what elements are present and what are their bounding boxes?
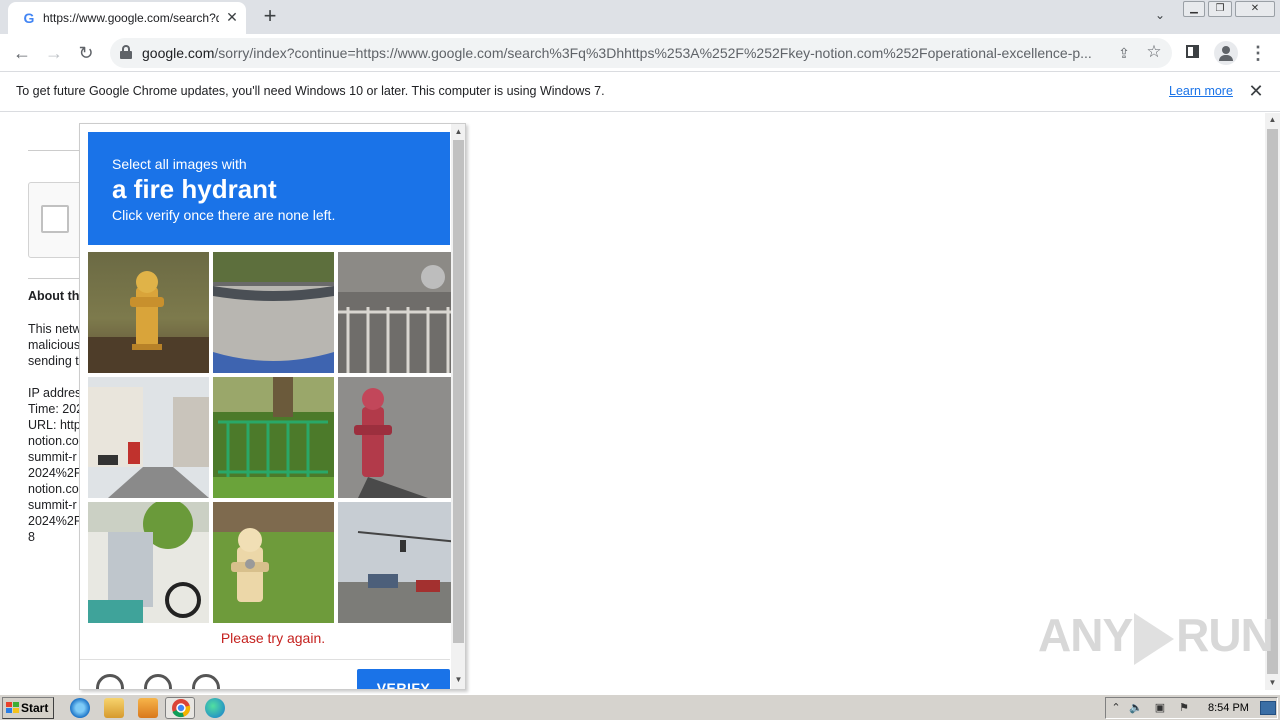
scroll-up-icon[interactable]: ▲ bbox=[451, 126, 465, 138]
about-heading: About th bbox=[28, 289, 80, 303]
tab-close-icon[interactable]: ✕ bbox=[224, 9, 240, 25]
tile-car-fence[interactable] bbox=[338, 252, 459, 373]
challenge-header: Select all images with a fire hydrant Cl… bbox=[88, 132, 450, 245]
infobar-message: To get future Google Chrome updates, you… bbox=[16, 84, 605, 98]
clock[interactable]: 8:54 PM bbox=[1208, 702, 1249, 714]
share-icon[interactable]: ⇪ bbox=[1114, 43, 1134, 63]
street-image bbox=[88, 377, 209, 498]
back-arrow-icon[interactable]: ← bbox=[10, 41, 34, 65]
info-icon[interactable] bbox=[192, 674, 220, 689]
tile-hydrant-cream[interactable] bbox=[213, 502, 334, 623]
kebab-menu-icon[interactable]: ⋮ bbox=[1248, 41, 1268, 65]
show-hidden-icons-icon[interactable]: ⌃ bbox=[1108, 701, 1124, 715]
intersection-image bbox=[338, 502, 459, 623]
action-center-flag-icon[interactable]: ⚑ bbox=[1176, 701, 1192, 715]
blocked-info-text: This netw malicious sending t IP addres … bbox=[28, 322, 84, 544]
reload-challenge-icon[interactable] bbox=[96, 674, 124, 689]
tile-green-fence[interactable] bbox=[213, 377, 334, 498]
scroll-thumb[interactable] bbox=[1267, 129, 1278, 674]
green-fence-image bbox=[213, 377, 334, 498]
tile-road-car[interactable] bbox=[213, 252, 334, 373]
instruction-target: a fire hydrant bbox=[112, 174, 277, 204]
play-logo-icon bbox=[1134, 612, 1175, 665]
new-tab-button[interactable]: + bbox=[258, 5, 282, 29]
fire-hydrant-image bbox=[88, 271, 209, 373]
url-path: /sorry/index?continue=https://www.google… bbox=[214, 45, 1092, 61]
watermark-right: RUN bbox=[1176, 609, 1274, 661]
google-favicon-icon: G bbox=[23, 10, 35, 26]
scroll-thumb[interactable] bbox=[453, 140, 464, 643]
tab-strip: G https://www.google.com/search?q= ✕ + ⌄… bbox=[0, 0, 1280, 34]
side-panel-icon[interactable] bbox=[1184, 43, 1202, 61]
media-player-icon[interactable] bbox=[138, 698, 158, 718]
page-scrollbar[interactable]: ▲ ▼ bbox=[1265, 113, 1280, 690]
car-fence-image bbox=[338, 252, 459, 373]
watermark-left: ANY bbox=[1038, 609, 1133, 661]
window-close-button[interactable]: ✕ bbox=[1235, 1, 1275, 17]
start-label: Start bbox=[21, 701, 49, 715]
url-domain: google.com bbox=[142, 45, 215, 61]
tile-scooter-plant[interactable] bbox=[88, 502, 209, 623]
footer-divider bbox=[80, 659, 450, 660]
tile-hydrant-yellow[interactable] bbox=[88, 252, 209, 373]
infobar-close-icon[interactable]: ✕ bbox=[1246, 81, 1266, 101]
forward-arrow-icon[interactable]: → bbox=[42, 41, 66, 65]
tab-search-icon[interactable]: ⌄ bbox=[1150, 8, 1170, 26]
recaptcha-challenge: Select all images with a fire hydrant Cl… bbox=[79, 123, 466, 690]
minimize-button[interactable]: ▁ bbox=[1183, 1, 1205, 17]
tab-title: https://www.google.com/search?q= bbox=[43, 11, 219, 25]
road-image bbox=[213, 252, 334, 373]
fire-hydrant-image bbox=[213, 502, 334, 623]
image-grid bbox=[88, 252, 459, 623]
reload-icon[interactable]: ↻ bbox=[74, 41, 98, 65]
chrome-taskbar-button[interactable] bbox=[165, 697, 195, 719]
instruction-hint: Click verify once there are none left. bbox=[112, 207, 336, 223]
recaptcha-checkbox[interactable] bbox=[41, 205, 69, 233]
file-explorer-icon[interactable] bbox=[104, 698, 124, 718]
profile-icon[interactable] bbox=[1214, 41, 1238, 65]
lock-icon[interactable] bbox=[120, 45, 132, 59]
audio-challenge-icon[interactable] bbox=[144, 674, 172, 689]
edge-icon[interactable] bbox=[205, 698, 225, 718]
verify-button[interactable]: VERIFY bbox=[357, 669, 450, 689]
fire-hydrant-image bbox=[338, 377, 459, 498]
update-infobar: To get future Google Chrome updates, you… bbox=[0, 72, 1280, 112]
scooter-image bbox=[88, 502, 209, 623]
scroll-down-icon[interactable]: ▼ bbox=[451, 674, 465, 686]
url-text: google.com/sorry/index?continue=https://… bbox=[142, 45, 1104, 61]
tile-hydrant-red[interactable] bbox=[338, 377, 459, 498]
anyrun-watermark: ANY RUN bbox=[1038, 608, 1274, 665]
start-button[interactable]: Start bbox=[2, 697, 54, 719]
instruction-line: Select all images with bbox=[112, 156, 247, 172]
show-desktop-icon[interactable] bbox=[1260, 701, 1276, 715]
tile-street-buildings[interactable] bbox=[88, 377, 209, 498]
windows-taskbar: Start ⌃ 🔈 ▣ ⚑ 8:54 PM bbox=[0, 694, 1280, 720]
volume-icon[interactable]: 🔈 bbox=[1128, 701, 1144, 715]
browser-tab[interactable]: G https://www.google.com/search?q= ✕ bbox=[8, 2, 246, 34]
browser-toolbar: ← → ↻ google.com/sorry/index?continue=ht… bbox=[0, 34, 1280, 72]
bookmark-star-icon[interactable]: ☆ bbox=[1144, 42, 1164, 62]
tile-intersection[interactable] bbox=[338, 502, 459, 623]
scroll-up-icon[interactable]: ▲ bbox=[1265, 113, 1280, 127]
challenge-scrollbar[interactable]: ▲ ▼ bbox=[451, 124, 465, 689]
chrome-icon bbox=[172, 699, 191, 718]
error-message: Please try again. bbox=[220, 630, 326, 646]
learn-more-link[interactable]: Learn more bbox=[1169, 84, 1233, 98]
windows-logo-icon bbox=[6, 702, 19, 714]
address-bar[interactable]: google.com/sorry/index?continue=https://… bbox=[110, 38, 1172, 68]
restore-button[interactable]: ❐ bbox=[1208, 1, 1232, 17]
network-icon[interactable]: ▣ bbox=[1152, 701, 1168, 715]
system-tray: ⌃ 🔈 ▣ ⚑ 8:54 PM bbox=[1105, 697, 1278, 719]
scroll-down-icon[interactable]: ▼ bbox=[1265, 676, 1280, 690]
internet-explorer-icon[interactable] bbox=[70, 698, 90, 718]
